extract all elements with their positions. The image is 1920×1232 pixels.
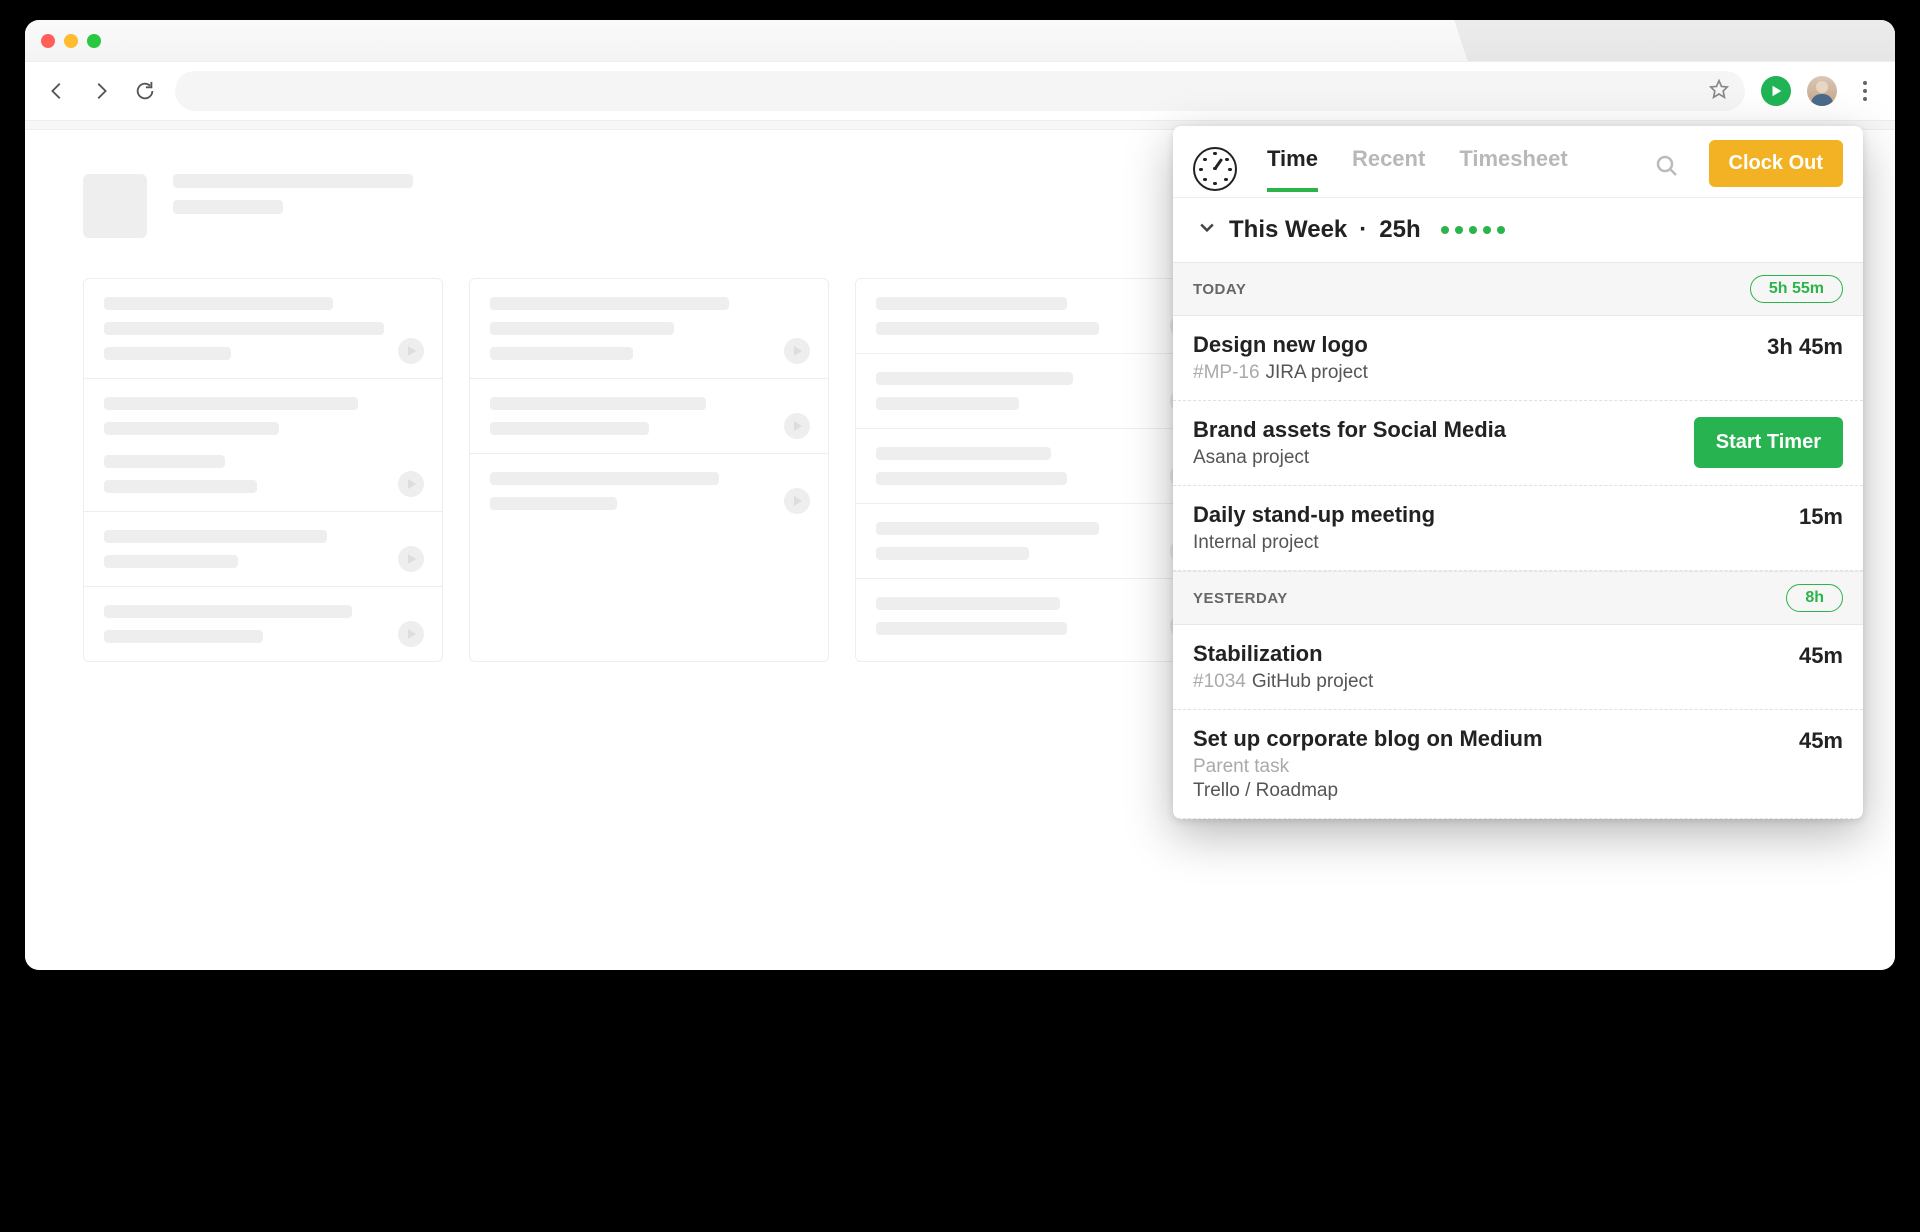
reload-button[interactable] xyxy=(131,77,159,105)
tab-time[interactable]: Time xyxy=(1267,146,1318,192)
chevron-down-icon xyxy=(1197,216,1217,244)
browser-toolbar xyxy=(25,62,1895,120)
clock-out-button[interactable]: Clock Out xyxy=(1709,140,1843,187)
forward-button[interactable] xyxy=(87,77,115,105)
entry-title: Brand assets for Social Media xyxy=(1193,417,1506,443)
time-entry[interactable]: Set up corporate blog on Medium Parent ta… xyxy=(1173,710,1863,819)
entry-title: Set up corporate blog on Medium xyxy=(1193,726,1543,752)
window-titlebar xyxy=(25,20,1895,62)
entry-project: Trello / Roadmap xyxy=(1193,780,1338,801)
section-total-pill: 5h 55m xyxy=(1750,275,1843,303)
play-icon xyxy=(1769,84,1783,98)
entry-duration: 45m xyxy=(1799,643,1843,669)
entry-duration: 3h 45m xyxy=(1767,334,1843,360)
entry-project: JIRA project xyxy=(1266,362,1368,383)
tab-timesheet[interactable]: Timesheet xyxy=(1459,146,1567,192)
week-summary-row[interactable]: This Week · 25h xyxy=(1173,198,1863,262)
section-header: TODAY 5h 55m xyxy=(1173,262,1863,316)
section-label: YESTERDAY xyxy=(1193,590,1288,607)
tab-recent[interactable]: Recent xyxy=(1352,146,1425,192)
timer-extension-popup: Time Recent Timesheet Clock Out This Wee… xyxy=(1173,126,1863,819)
week-total: 25h xyxy=(1379,216,1420,244)
section-total-pill: 8h xyxy=(1786,584,1843,612)
minimize-window-button[interactable] xyxy=(64,34,78,48)
section-label: TODAY xyxy=(1193,281,1246,298)
week-label: This Week xyxy=(1229,216,1347,244)
entry-tag: #MP-16 xyxy=(1193,362,1260,383)
time-entry[interactable]: Stabilization #1034 GitHub project 45m xyxy=(1173,625,1863,710)
entry-tag: #1034 xyxy=(1193,671,1246,692)
entry-duration: 15m xyxy=(1799,504,1843,530)
bookmark-star-icon[interactable] xyxy=(1709,79,1729,104)
entry-title: Stabilization xyxy=(1193,641,1373,667)
section-header: YESTERDAY 8h xyxy=(1173,571,1863,625)
entry-title: Daily stand-up meeting xyxy=(1193,502,1435,528)
extension-button[interactable] xyxy=(1761,76,1791,106)
search-icon[interactable] xyxy=(1655,154,1679,183)
entry-project: GitHub project xyxy=(1252,671,1373,692)
popup-header: Time Recent Timesheet Clock Out xyxy=(1173,126,1863,198)
entry-title: Design new logo xyxy=(1193,332,1368,358)
window-controls xyxy=(41,34,101,48)
browser-menu-button[interactable] xyxy=(1853,81,1877,101)
back-button[interactable] xyxy=(43,77,71,105)
time-entry[interactable]: Daily stand-up meeting Internal project 15… xyxy=(1173,486,1863,571)
address-bar[interactable] xyxy=(175,71,1745,111)
entry-parent-task: Parent task xyxy=(1193,756,1543,778)
app-logo-icon xyxy=(1193,147,1237,191)
time-entry[interactable]: Brand assets for Social Media Asana proje… xyxy=(1173,401,1863,486)
week-activity-dots xyxy=(1441,226,1505,234)
browser-window: Time Recent Timesheet Clock Out This Wee… xyxy=(25,20,1895,970)
entry-project: Asana project xyxy=(1193,447,1309,468)
entry-project: Internal project xyxy=(1193,532,1319,553)
week-separator: · xyxy=(1359,216,1367,244)
popup-tabs: Time Recent Timesheet xyxy=(1267,146,1625,192)
start-timer-button[interactable]: Start Timer xyxy=(1694,417,1843,468)
close-window-button[interactable] xyxy=(41,34,55,48)
titlebar-decoration xyxy=(1147,20,1895,61)
profile-avatar[interactable] xyxy=(1807,76,1837,106)
maximize-window-button[interactable] xyxy=(87,34,101,48)
entry-duration: 45m xyxy=(1799,728,1843,754)
time-entry[interactable]: Design new logo #MP-16 JIRA project 3h 45m xyxy=(1173,316,1863,401)
page-content: Time Recent Timesheet Clock Out This Wee… xyxy=(25,130,1895,970)
